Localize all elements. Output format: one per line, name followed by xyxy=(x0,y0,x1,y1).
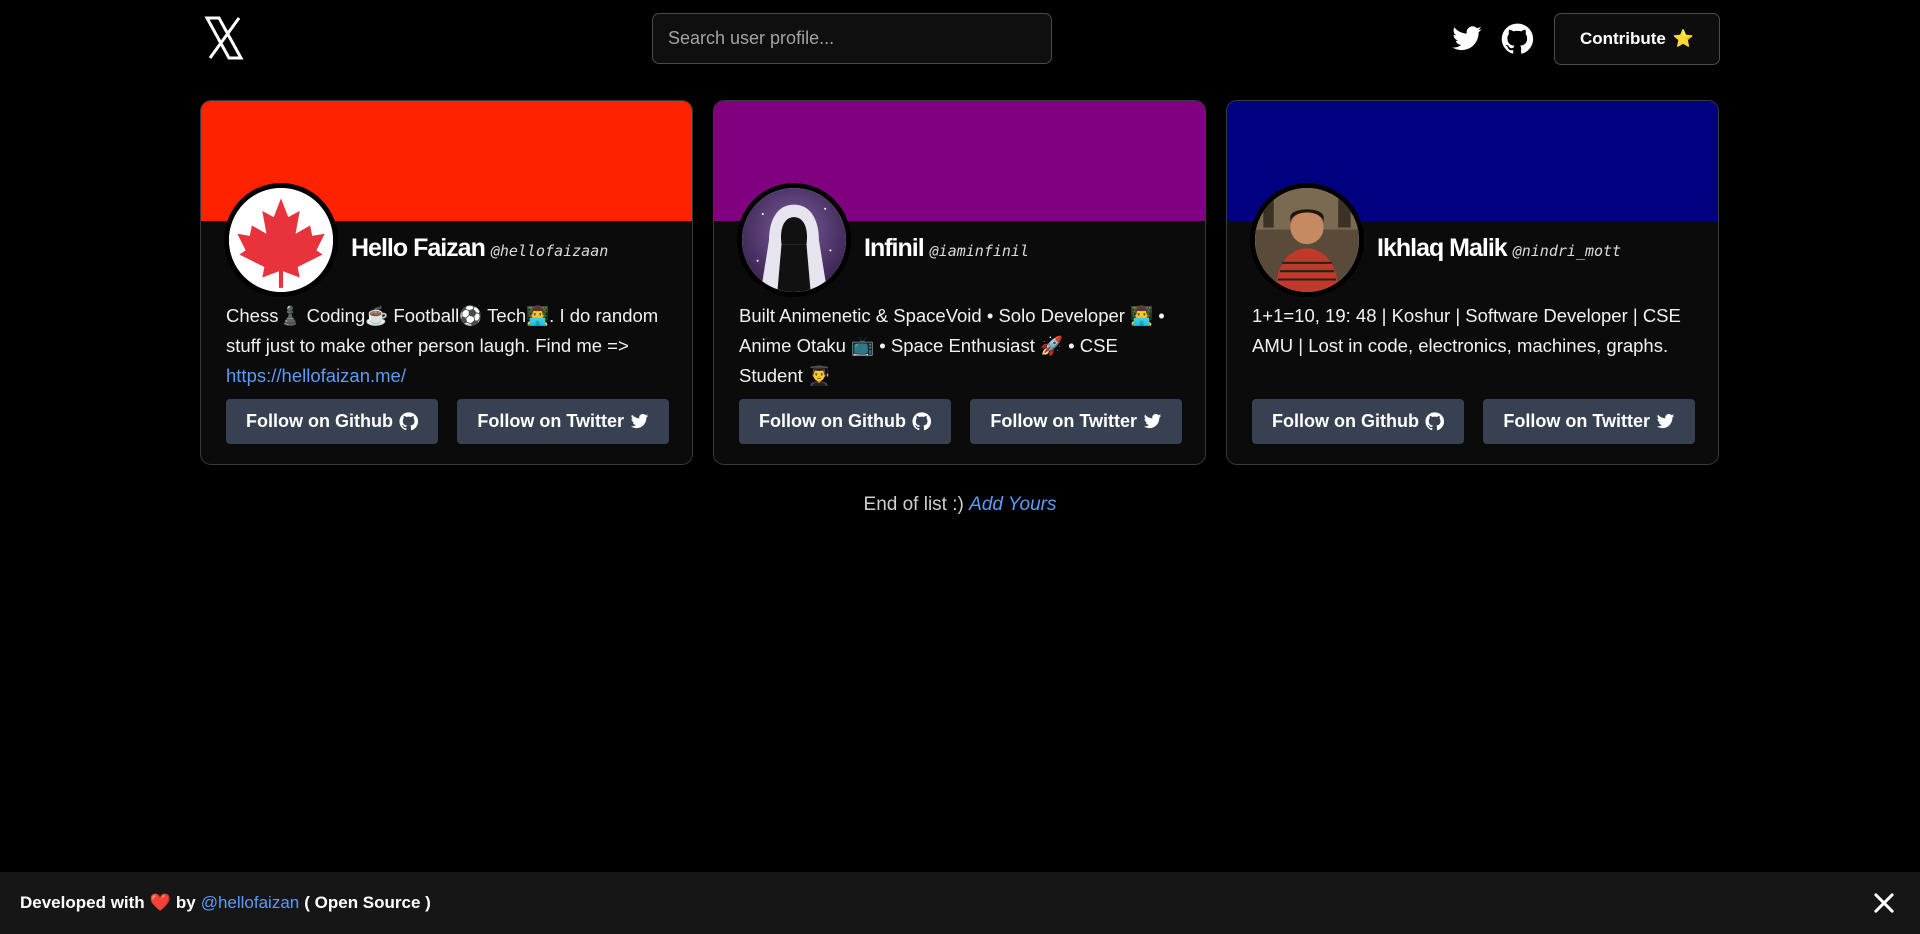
twitter-icon[interactable] xyxy=(1450,23,1484,55)
avatar xyxy=(224,183,338,297)
close-icon[interactable] xyxy=(1870,889,1898,917)
profile-card: Hello Faizan @hellofaizaan Chess♟️ Codin… xyxy=(200,100,693,465)
follow-twitter-button[interactable]: Follow on Twitter xyxy=(1483,399,1695,444)
follow-github-label: Follow on Github xyxy=(1272,411,1419,431)
profile-handle: @nindri_mott xyxy=(1512,242,1622,260)
author-link[interactable]: @hellofaizan xyxy=(201,893,300,913)
github-icon[interactable] xyxy=(1500,23,1534,55)
footer-open-source: ( Open Source ) xyxy=(304,893,431,912)
hooded-figure-icon xyxy=(742,188,846,292)
card-buttons: Follow on Github Follow on Twitter xyxy=(226,399,669,444)
github-icon xyxy=(1425,412,1444,431)
profile-card: Ikhlaq Malik @nindri_mott 1+1=10, 19: 48… xyxy=(1226,100,1719,465)
name-row: Infinil @iaminfinil xyxy=(864,234,1029,263)
name-row: Hello Faizan @hellofaizaan xyxy=(351,234,608,263)
card-buttons: Follow on Github Follow on Twitter xyxy=(739,399,1182,444)
contribute-label: Contribute xyxy=(1579,29,1666,48)
profile-card: Infinil @iaminfinil Built Animenetic & S… xyxy=(713,100,1206,465)
profile-handle: @iaminfinil xyxy=(929,242,1029,260)
profile-name: Infinil xyxy=(864,234,925,262)
profile-bio: 1+1=10, 19: 48 | Koshur | Software Devel… xyxy=(1252,301,1697,361)
twitter-icon xyxy=(1656,413,1675,429)
search-input[interactable] xyxy=(652,13,1052,64)
follow-github-label: Follow on Github xyxy=(759,411,906,431)
twitter-icon xyxy=(1143,413,1162,429)
header: Contribute ⭐ xyxy=(200,13,1720,65)
follow-github-label: Follow on Github xyxy=(246,411,393,431)
bio-text: Built Animenetic & SpaceVoid • Solo Deve… xyxy=(739,305,1165,386)
x-logo-icon[interactable] xyxy=(204,16,244,60)
card-buttons: Follow on Github Follow on Twitter xyxy=(1252,399,1695,444)
follow-github-button[interactable]: Follow on Github xyxy=(1252,399,1464,444)
follow-twitter-button[interactable]: Follow on Twitter xyxy=(970,399,1182,444)
avatar xyxy=(737,183,851,297)
contribute-button[interactable]: Contribute ⭐ xyxy=(1554,13,1720,65)
follow-github-button[interactable]: Follow on Github xyxy=(739,399,951,444)
follow-twitter-label: Follow on Twitter xyxy=(477,411,624,431)
bio-text: 1+1=10, 19: 48 | Koshur | Software Devel… xyxy=(1252,305,1681,356)
footer-bar: Developed with ❤️ by @hellofaizan ( Open… xyxy=(0,872,1920,934)
profile-bio: Chess♟️ Coding☕ Football⚽ Tech👨‍💻. I do … xyxy=(226,301,671,391)
profile-name: Ikhlaq Malik xyxy=(1377,234,1508,262)
follow-twitter-label: Follow on Twitter xyxy=(990,411,1137,431)
avatar xyxy=(1250,183,1364,297)
person-photo-icon xyxy=(1255,188,1359,292)
follow-twitter-label: Follow on Twitter xyxy=(1503,411,1650,431)
footer-developed-with: Developed with xyxy=(20,893,145,912)
footer-by: by xyxy=(175,893,196,912)
heart-icon: ❤️ xyxy=(149,893,171,912)
name-row: Ikhlaq Malik @nindri_mott xyxy=(1377,234,1621,263)
github-icon xyxy=(912,412,931,431)
profile-handle: @hellofaizaan xyxy=(490,242,609,260)
profile-bio: Built Animenetic & SpaceVoid • Solo Deve… xyxy=(739,301,1184,391)
star-icon: ⭐ xyxy=(1672,29,1695,48)
bio-text: Chess♟️ Coding☕ Football⚽ Tech👨‍💻. I do … xyxy=(226,305,659,356)
bio-link[interactable]: https://hellofaizan.me/ xyxy=(226,365,406,386)
page: Contribute ⭐ Hello Faizan @hellofaizaan … xyxy=(0,0,1920,934)
follow-twitter-button[interactable]: Follow on Twitter xyxy=(457,399,669,444)
end-of-list-text: End of list :) xyxy=(863,494,964,515)
github-icon xyxy=(399,412,418,431)
add-yours-link[interactable]: Add Yours xyxy=(969,494,1056,515)
follow-github-button[interactable]: Follow on Github xyxy=(226,399,438,444)
profile-name: Hello Faizan xyxy=(351,234,486,262)
profile-cards: Hello Faizan @hellofaizaan Chess♟️ Codin… xyxy=(200,100,1720,465)
end-of-list: End of list :) Add Yours xyxy=(0,494,1920,516)
twitter-icon xyxy=(630,413,649,429)
maple-leaf-icon xyxy=(229,188,333,292)
